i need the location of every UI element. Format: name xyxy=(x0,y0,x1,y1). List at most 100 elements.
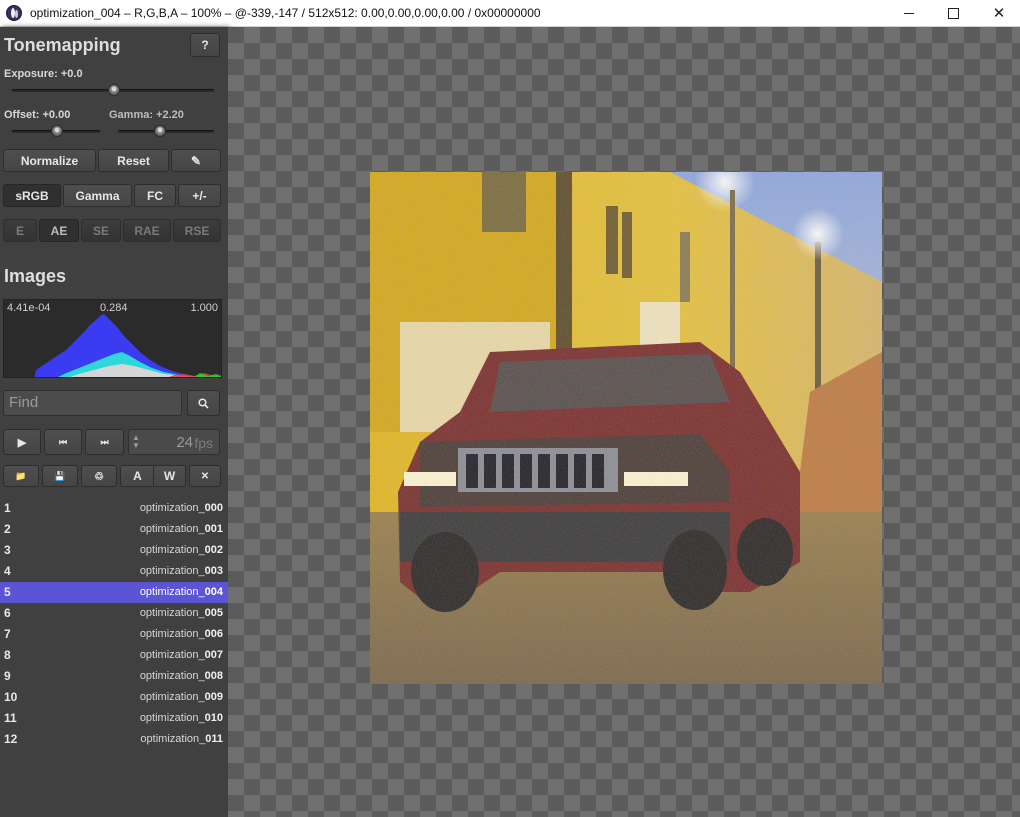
folder-icon: 📁 xyxy=(15,470,27,481)
image-filename-suffix: 006 xyxy=(204,628,223,640)
histogram: 4.41e-04 0.284 1.000 xyxy=(3,299,222,378)
previous-image-button[interactable]: ⏮ xyxy=(44,429,82,455)
title-bar: optimization_004 – R,G,B,A – 100% – @-33… xyxy=(0,0,1020,27)
image-filename-prefix: optimization_ xyxy=(139,649,205,661)
image-filename: optimization_010 xyxy=(140,712,223,724)
image-filename-suffix: 002 xyxy=(204,544,223,556)
image-filename-prefix: optimization_ xyxy=(139,586,205,598)
play-icon: ▶ xyxy=(17,436,27,449)
image-list-item[interactable]: 3 optimization_002 xyxy=(0,540,228,561)
image-filename: optimization_008 xyxy=(140,670,223,682)
image-list-item[interactable]: 8 optimization_007 xyxy=(0,645,228,666)
watch-button[interactable]: W xyxy=(153,465,186,487)
image-filename-suffix: 001 xyxy=(204,523,223,535)
plusminus-button[interactable]: +/- xyxy=(178,184,221,207)
reload-button[interactable]: ♲ xyxy=(81,465,117,487)
offset-slider-handle[interactable] xyxy=(51,125,63,137)
metric-se-button[interactable]: SE xyxy=(81,219,121,242)
save-icon: 💾 xyxy=(54,470,66,481)
image-filename-suffix: 011 xyxy=(205,733,223,745)
exposure-slider-handle[interactable] xyxy=(108,84,120,96)
gamma-slider[interactable] xyxy=(118,125,214,137)
image-filename-prefix: optimization_ xyxy=(139,544,205,556)
image-index: 6 xyxy=(4,606,11,620)
maximize-button[interactable] xyxy=(930,0,976,26)
help-button[interactable]: ? xyxy=(190,33,220,57)
skip-forward-icon: ⏭ xyxy=(100,436,109,447)
image-index: 3 xyxy=(4,543,11,557)
close-icon: ✕ xyxy=(200,470,210,482)
image-filename-suffix: 005 xyxy=(204,607,223,619)
reload-all-button[interactable]: A xyxy=(120,465,155,487)
image-filename-prefix: optimization_ xyxy=(140,733,206,745)
fps-input[interactable]: ▲ ▼ 24 fps xyxy=(128,429,220,455)
metric-ae-button[interactable]: AE xyxy=(39,219,79,242)
search-button[interactable] xyxy=(187,390,220,416)
image-list-item[interactable]: 7 optimization_006 xyxy=(0,624,228,645)
image-filename-prefix: optimization_ xyxy=(139,523,205,535)
window-title: optimization_004 – R,G,B,A – 100% – @-33… xyxy=(30,6,541,20)
close-window-button[interactable]: ✕ xyxy=(976,0,1020,26)
image-list-item[interactable]: 11 optimization_010 xyxy=(0,708,228,729)
metric-rse-button[interactable]: RSE xyxy=(173,219,221,242)
exposure-slider[interactable] xyxy=(12,84,214,96)
image-filename: optimization_000 xyxy=(140,502,223,514)
reset-button[interactable]: Reset xyxy=(98,149,169,172)
image-filename-suffix: 007 xyxy=(204,649,223,661)
fps-unit: fps xyxy=(194,435,213,451)
normalize-button[interactable]: Normalize xyxy=(3,149,96,172)
metric-rae-button[interactable]: RAE xyxy=(123,219,171,242)
srgb-button[interactable]: sRGB xyxy=(3,184,61,207)
image-filename-suffix: 004 xyxy=(204,586,223,598)
close-image-button[interactable]: ✕ xyxy=(189,465,221,487)
gamma-slider-handle[interactable] xyxy=(154,125,167,137)
image-index: 4 xyxy=(4,564,11,578)
minimize-icon xyxy=(904,12,914,14)
image-filename-prefix: optimization_ xyxy=(139,565,205,577)
save-button[interactable]: 💾 xyxy=(42,465,78,487)
fc-button[interactable]: FC xyxy=(134,184,176,207)
minimize-button[interactable] xyxy=(886,0,932,26)
image-filename: optimization_007 xyxy=(140,649,223,661)
recycle-icon: ♲ xyxy=(94,470,104,483)
image-filename-suffix: 010 xyxy=(204,712,223,724)
image-list-item[interactable]: 9 optimization_008 xyxy=(0,666,228,687)
image-filename-suffix: 003 xyxy=(204,565,223,577)
edit-button[interactable]: ✎ xyxy=(171,149,221,172)
image-filename-suffix: 009 xyxy=(204,691,223,703)
spinner-icon[interactable]: ▲ ▼ xyxy=(132,434,140,450)
image-filename: optimization_009 xyxy=(140,691,223,703)
image-index: 7 xyxy=(4,627,11,641)
image-filename-prefix: optimization_ xyxy=(139,628,205,640)
image-preview[interactable] xyxy=(370,172,882,684)
find-input[interactable]: Find xyxy=(3,390,182,416)
image-list-item[interactable]: 4 optimization_003 xyxy=(0,561,228,582)
image-list-item[interactable]: 1 optimization_000 xyxy=(0,498,228,519)
close-icon: ✕ xyxy=(992,5,1006,22)
image-list-item[interactable]: 5 optimization_004 xyxy=(0,582,228,603)
offset-slider[interactable] xyxy=(12,125,100,137)
image-list-item[interactable]: 6 optimization_005 xyxy=(0,603,228,624)
image-filename: optimization_002 xyxy=(140,544,223,556)
image-canvas[interactable] xyxy=(228,27,1020,817)
open-folder-button[interactable]: 📁 xyxy=(3,465,39,487)
skip-back-icon: ⏮ xyxy=(58,436,68,447)
image-index: 10 xyxy=(4,690,18,704)
image-list-item[interactable]: 12 optimization_011 xyxy=(0,729,228,750)
app-icon xyxy=(6,5,22,21)
image-filename: optimization_001 xyxy=(140,523,223,535)
gamma-button[interactable]: Gamma xyxy=(63,184,132,207)
histogram-plot xyxy=(34,314,221,377)
image-index: 12 xyxy=(4,732,18,746)
exposure-label: Exposure: +0.0 xyxy=(4,68,83,80)
next-image-button[interactable]: ⏭ xyxy=(85,429,124,455)
metric-e-button[interactable]: E xyxy=(3,219,37,242)
maximize-icon xyxy=(947,7,959,19)
image-filename: optimization_004 xyxy=(140,586,223,598)
image-filename-prefix: optimization_ xyxy=(139,670,205,682)
gamma-label: Gamma: +2.20 xyxy=(109,109,184,121)
image-list-item[interactable]: 2 optimization_001 xyxy=(0,519,228,540)
image-filename-prefix: optimization_ xyxy=(139,607,205,619)
image-list-item[interactable]: 10 optimization_009 xyxy=(0,687,228,708)
play-button[interactable]: ▶ xyxy=(3,429,41,455)
